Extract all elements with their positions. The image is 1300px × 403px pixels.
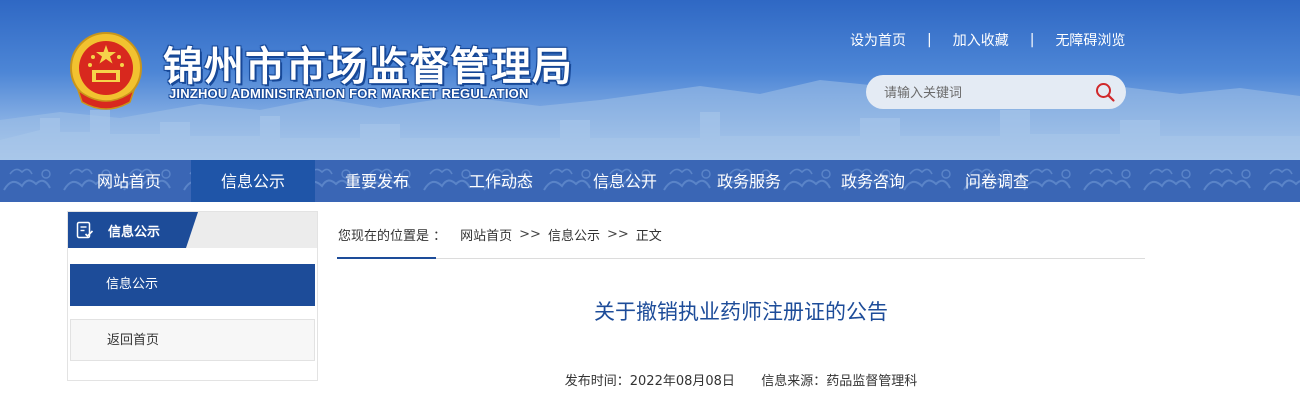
article-title: 关于撤销执业药师注册证的公告: [594, 300, 888, 324]
breadcrumb-separator: >>: [606, 226, 629, 242]
checklist-icon: [76, 221, 94, 239]
search-box: [866, 75, 1126, 109]
publish-time: 发布时间：2022年08月08日: [564, 374, 735, 389]
nav-item-gov-consult[interactable]: 政务咨询: [811, 160, 935, 202]
breadcrumb-home[interactable]: 网站首页: [460, 225, 512, 244]
set-homepage-link[interactable]: 设为首页: [850, 30, 906, 50]
breadcrumb-info-notice[interactable]: 信息公示: [548, 225, 600, 244]
breadcrumb-separator: >>: [519, 226, 541, 242]
nav-list: 网站首页 信息公示 重要发布 工作动态 信息公开 政务服务 政务咨询 问卷调查: [67, 160, 1059, 202]
search-input[interactable]: [882, 81, 1086, 105]
nav-item-home[interactable]: 网站首页: [67, 160, 191, 202]
top-links: 设为首页 | 加入收藏 | 无障碍浏览: [850, 30, 1125, 50]
sidebar-header-tab: 信息公示: [68, 212, 198, 248]
nav-item-gov-service[interactable]: 政务服务: [687, 160, 811, 202]
nav-item-label: 信息公开: [592, 172, 657, 191]
breadcrumb: 您现在的位置是 ： 网站首页 >> 信息公示 >> 正文: [338, 224, 662, 244]
nav-item-info-notice[interactable]: 信息公示: [191, 160, 315, 202]
nav-item-label: 重要发布: [344, 172, 409, 191]
link-separator: |: [927, 32, 932, 48]
nav-item-info-disclosure[interactable]: 信息公开: [563, 160, 687, 202]
search-icon[interactable]: [1094, 81, 1116, 103]
site-header: 锦州市市场监督管理局 JINZHOU ADMINISTRATION FOR MA…: [0, 0, 1300, 160]
nav-item-important-release[interactable]: 重要发布: [315, 160, 439, 202]
sidebar-item-info-notice[interactable]: 信息公示: [70, 264, 315, 306]
link-separator: |: [1029, 32, 1035, 48]
breadcrumb-divider: [337, 257, 1145, 259]
add-favorite-link[interactable]: 加入收藏: [953, 30, 1009, 50]
site-title: 锦州市市场监督管理局: [163, 44, 573, 90]
national-emblem-icon: [70, 32, 142, 110]
info-source: 信息来源：药品监督管理科: [761, 374, 918, 389]
sidebar-header: 信息公示: [68, 212, 317, 248]
nav-item-survey[interactable]: 问卷调查: [935, 160, 1059, 202]
main-nav: 网站首页 信息公示 重要发布 工作动态 信息公开 政务服务 政务咨询 问卷调查: [0, 160, 1300, 202]
breadcrumb-divider-accent: [337, 257, 436, 259]
accessibility-link[interactable]: 无障碍浏览: [1055, 30, 1125, 50]
article-meta: 发布时间：2022年08月08日 信息来源：药品监督管理科: [337, 370, 1145, 389]
nav-item-label: 工作动态: [468, 172, 533, 191]
breadcrumb-current: 正文: [635, 228, 662, 244]
sidebar: 信息公示 信息公示 返回首页: [67, 211, 318, 381]
nav-item-label: 政务咨询: [840, 172, 905, 191]
sidebar-item-back-home[interactable]: 返回首页: [70, 319, 315, 361]
nav-item-label: 网站首页: [96, 172, 161, 191]
sidebar-heading: 信息公示: [108, 225, 161, 240]
nav-item-label: 政务服务: [716, 172, 781, 191]
breadcrumb-lead: 您现在的位置是 ：: [338, 228, 447, 244]
nav-item-label: 信息公示: [220, 172, 285, 191]
nav-item-label: 问卷调查: [964, 172, 1029, 191]
nav-item-work-news[interactable]: 工作动态: [439, 160, 563, 202]
site-subtitle: JINZHOU ADMINISTRATION FOR MARKET REGULA…: [169, 86, 529, 101]
